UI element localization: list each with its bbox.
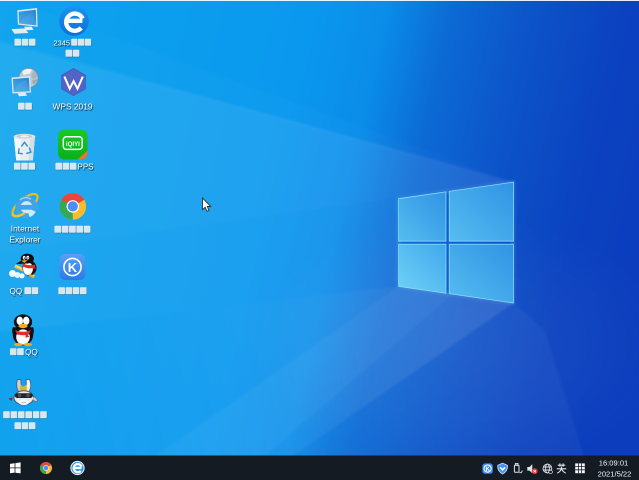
svg-text:PPS: PPS [78,163,94,172]
svg-text:16:09:01: 16:09:01 [599,458,629,467]
svg-text:K: K [486,467,491,473]
svg-text:2345: 2345 [54,38,70,47]
svg-text:2021/5/22: 2021/5/22 [598,469,632,478]
svg-text:QQ: QQ [25,348,38,357]
svg-text:Explorer: Explorer [9,235,40,245]
svg-text:Internet: Internet [11,224,40,234]
svg-text:WPS 2019: WPS 2019 [52,102,92,112]
svg-text:QQ: QQ [10,287,23,296]
svg-text:K: K [68,260,78,275]
svg-text:iQIYI: iQIYI [66,141,80,148]
